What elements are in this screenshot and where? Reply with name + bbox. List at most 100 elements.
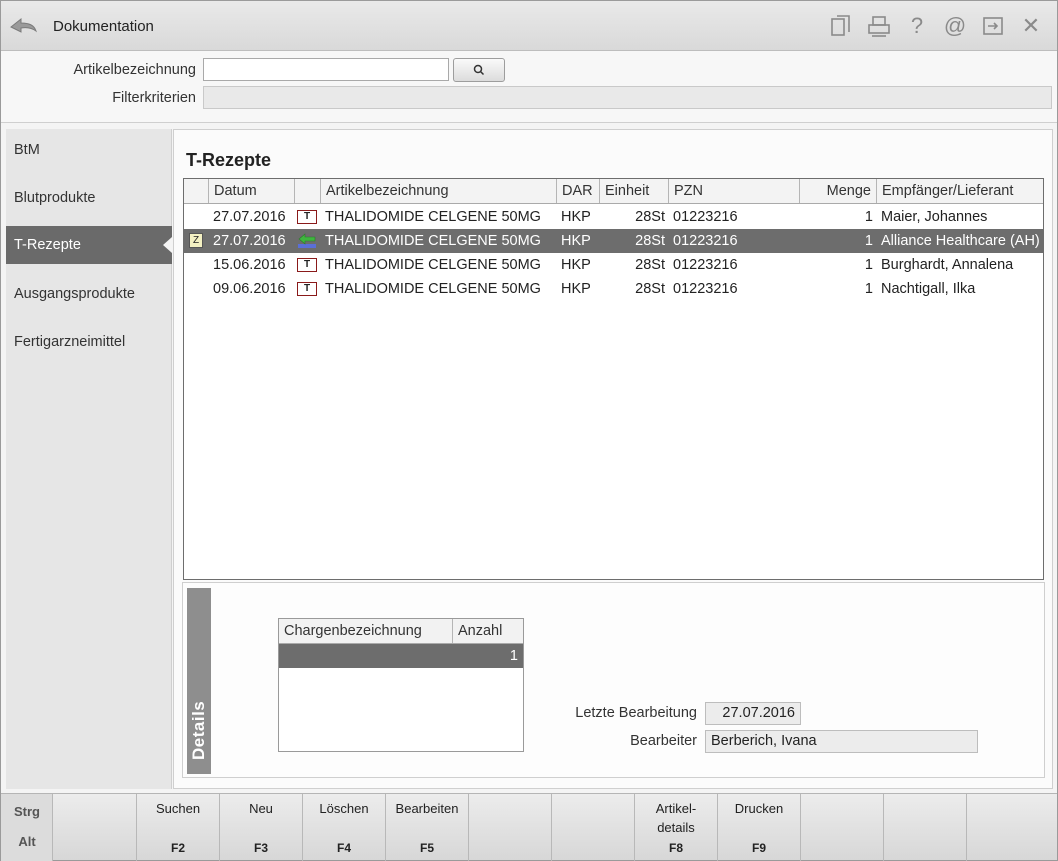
cell-einheit: 28St <box>635 233 665 249</box>
column-header-type[interactable] <box>295 179 321 203</box>
function-key-bar: Strg Alt Suchen F2 Neu F3 Löschen F4 Bearbe… <box>1 793 1057 861</box>
cell-dar: HKP <box>561 281 591 297</box>
email-icon[interactable]: @ <box>939 11 971 41</box>
details-tab-label: Details <box>189 700 208 760</box>
cell-empfaenger: Burghardt, Annalena <box>881 257 1014 273</box>
fkey-key: F2 <box>170 841 185 855</box>
fkey-f6[interactable] <box>469 794 552 861</box>
fkey-f11[interactable] <box>884 794 967 861</box>
column-header-chargenbezeichnung[interactable]: Chargenbezeichnung <box>279 619 453 643</box>
cell-menge: 1 <box>864 233 873 249</box>
cell-menge: 1 <box>864 257 873 273</box>
fkey-f12[interactable] <box>967 794 1057 861</box>
fkey-label: Suchen <box>155 801 201 816</box>
cell-pzn: 01223216 <box>673 233 738 249</box>
article-label: Artikelbezeichnung <box>73 62 196 78</box>
fkey-f7[interactable] <box>552 794 635 861</box>
fkey-label: Artikel- details <box>655 801 697 835</box>
sidebar-item-btm[interactable]: BtM <box>6 131 172 169</box>
cell-datum: 27.07.2016 <box>213 209 286 225</box>
sidebar-item-ausgangsprodukte[interactable]: Ausgangsprodukte <box>6 275 172 313</box>
section-title: T-Rezepte <box>186 150 272 170</box>
sidebar-item-blutprodukte[interactable]: Blutprodukte <box>6 179 172 217</box>
fkey-key: F5 <box>419 841 434 855</box>
search-button[interactable] <box>453 58 505 82</box>
fkey-drucken-button[interactable]: Drucken F9 <box>718 794 801 861</box>
cell-anzahl: 1 <box>509 648 518 664</box>
column-header-pzn[interactable]: PZN <box>669 179 800 203</box>
column-header-anzahl[interactable]: Anzahl <box>453 619 523 643</box>
cell-menge: 1 <box>864 209 873 225</box>
fkey-key: F4 <box>336 841 351 855</box>
fkey-loeschen-button[interactable]: Löschen F4 <box>303 794 386 861</box>
cell-pzn: 01223216 <box>673 257 738 273</box>
fkey-key: F3 <box>253 841 268 855</box>
article-search-input[interactable] <box>203 58 449 81</box>
last-edit-value: 27.07.2016 <box>705 702 801 725</box>
title-bar: Dokumentation ? @ ✕ <box>1 1 1057 51</box>
sidebar-item-t-rezepte[interactable]: T-Rezepte <box>6 226 172 264</box>
fkey-key: F8 <box>668 841 683 855</box>
cell-einheit: 28St <box>635 209 665 225</box>
copy-icon[interactable] <box>825 11 857 41</box>
cell-artikel: THALIDOMIDE CELGENE 50MG <box>325 281 541 297</box>
cell-dar: HKP <box>561 233 591 249</box>
t-rezept-icon: T <box>297 258 317 272</box>
fkey-label: Neu <box>249 801 273 816</box>
filter-label: Filterkriterien <box>112 90 196 106</box>
fkey-label: Drucken <box>734 801 784 816</box>
t-rezept-icon: T <box>297 210 317 224</box>
help-icon[interactable]: ? <box>901 11 933 41</box>
fkey-label: Löschen <box>319 801 369 816</box>
details-panel: Details Chargenbezeichnung Anzahl 1 Letz… <box>182 582 1045 778</box>
back-button[interactable] <box>7 11 39 41</box>
modifier-alt: Alt <box>18 834 36 849</box>
cell-datum: 09.06.2016 <box>213 281 286 297</box>
table-row[interactable]: 27.07.2016 T THALIDOMIDE CELGENE 50MG HK… <box>184 205 1043 229</box>
table-row-selected[interactable]: Z 27.07.2016 THALIDOMIDE CELGENE 50MG HK… <box>184 229 1043 253</box>
cell-dar: HKP <box>561 209 591 225</box>
column-header-marker <box>184 179 209 203</box>
cell-empfaenger: Alliance Healthcare (AH) <box>881 233 1040 249</box>
column-header-artikel[interactable]: Artikelbezeichnung <box>321 179 557 203</box>
cell-dar: HKP <box>561 257 591 273</box>
last-edit-label: Letzte Bearbeitung <box>575 705 697 721</box>
column-header-dar[interactable]: DAR <box>557 179 600 203</box>
fkey-artikeldetails-button[interactable]: Artikel- details F8 <box>635 794 718 861</box>
table-row[interactable]: 15.06.2016 T THALIDOMIDE CELGENE 50MG HK… <box>184 253 1043 277</box>
fkey-suchen-button[interactable]: Suchen F2 <box>137 794 220 861</box>
cell-empfaenger: Nachtigall, Ilka <box>881 281 976 297</box>
close-icon[interactable]: ✕ <box>1015 11 1047 41</box>
column-header-menge[interactable]: Menge <box>800 179 877 203</box>
t-rezepte-table[interactable]: Datum Artikelbezeichnung DAR Einheit PZN… <box>183 178 1044 580</box>
main-panel: T-Rezepte Datum Artikelbezeichnung DAR E… <box>173 129 1053 789</box>
cell-einheit: 28St <box>635 257 665 273</box>
print-icon[interactable] <box>863 11 895 41</box>
column-header-einheit[interactable]: Einheit <box>600 179 669 203</box>
editor-value: Berberich, Ivana <box>705 730 978 753</box>
fkey-f10[interactable] <box>801 794 884 861</box>
charge-row[interactable]: 1 <box>279 644 523 668</box>
fkey-neu-button[interactable]: Neu F3 <box>220 794 303 861</box>
details-tab[interactable]: Details <box>187 588 211 774</box>
fkey-bearbeiten-button[interactable]: Bearbeiten F5 <box>386 794 469 861</box>
charge-table[interactable]: Chargenbezeichnung Anzahl 1 <box>278 618 524 752</box>
filter-criteria-field <box>203 86 1052 109</box>
edit-note-icon: Z <box>189 233 203 248</box>
column-header-empfaenger[interactable]: Empfänger/Lieferant <box>877 179 1043 203</box>
fkey-f1[interactable] <box>53 794 137 861</box>
search-icon <box>473 64 485 76</box>
modifier-keys[interactable]: Strg Alt <box>1 794 53 861</box>
column-header-datum[interactable]: Datum <box>209 179 295 203</box>
cell-datum: 27.07.2016 <box>213 233 286 249</box>
sidebar: BtM Blutprodukte T-Rezepte Ausgangsprodu… <box>6 129 172 789</box>
search-area: Artikelbezeichnung Filterkriterien <box>1 51 1057 123</box>
cell-einheit: 28St <box>635 281 665 297</box>
t-rezept-icon: T <box>297 282 317 296</box>
exit-icon[interactable] <box>977 11 1009 41</box>
table-row[interactable]: 09.06.2016 T THALIDOMIDE CELGENE 50MG HK… <box>184 277 1043 301</box>
cell-chargenbezeichnung <box>279 644 453 668</box>
cell-pzn: 01223216 <box>673 281 738 297</box>
sidebar-item-fertigarzneimittel[interactable]: Fertigarzneimittel <box>6 323 172 361</box>
cell-menge: 1 <box>864 281 873 297</box>
